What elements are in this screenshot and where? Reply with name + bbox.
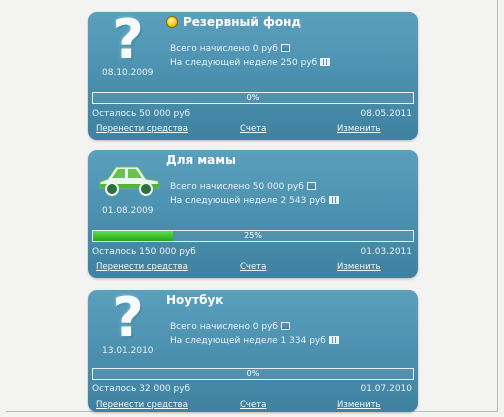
goal-title-text: Ноутбук xyxy=(166,293,224,307)
card-links: Перенести средства Счета Изменить xyxy=(92,124,412,136)
details-toggle-icon[interactable] xyxy=(306,182,316,190)
next-week-text: На следующей неделе 2 543 руб xyxy=(170,196,339,206)
edit-link[interactable]: Изменить xyxy=(337,124,381,134)
car-icon xyxy=(99,166,160,196)
remaining-amount: Осталось 50 000 руб xyxy=(92,109,191,119)
remaining-amount: Осталось 32 000 руб xyxy=(92,384,191,394)
end-date: 01.07.2010 xyxy=(360,384,412,394)
question-icon: ? xyxy=(112,290,144,349)
start-date: 13.01.2010 xyxy=(102,346,154,356)
accrued-text: Всего начислено 0 руб xyxy=(170,322,290,332)
goal-card-laptop: ? 13.01.2010 Ноутбук Всего начислено 0 р… xyxy=(88,290,418,412)
calendar-icon[interactable] xyxy=(320,58,331,66)
transfer-funds-link[interactable]: Перенести средства xyxy=(96,400,188,410)
progress-percent: 0% xyxy=(246,369,260,378)
transfer-funds-link[interactable]: Перенести средства xyxy=(96,262,188,272)
start-date: 01.08.2009 xyxy=(102,206,154,216)
next-week-text: На следующей неделе 250 руб xyxy=(170,58,331,68)
question-icon: ? xyxy=(112,12,144,71)
goal-title: Резервный фонд xyxy=(166,15,301,29)
progress-percent: 0% xyxy=(246,93,260,102)
goal-card-for-mom: 01.08.2009 Для мамы Всего начислено 50 0… xyxy=(88,150,418,278)
progress-bar: 0% xyxy=(92,368,414,380)
progress-bar: 25% xyxy=(92,230,414,242)
goal-title: Ноутбук xyxy=(166,293,223,307)
edit-link[interactable]: Изменить xyxy=(337,262,381,272)
progress-percent: 25% xyxy=(244,231,262,240)
details-toggle-icon[interactable] xyxy=(281,44,290,52)
accrued-text: Всего начислено 50 000 руб xyxy=(170,182,316,192)
edit-link[interactable]: Изменить xyxy=(337,400,381,410)
goal-card-reserve-fund: ? 08.10.2009 Резервный фонд Всего начисл… xyxy=(88,12,418,140)
progress-bar: 0% xyxy=(92,92,414,104)
accrued-text: Всего начислено 0 руб xyxy=(170,44,290,54)
accounts-link[interactable]: Счета xyxy=(240,124,266,134)
start-date: 08.10.2009 xyxy=(102,68,154,78)
goal-title: Для мамы xyxy=(166,153,236,167)
end-date: 01.03.2011 xyxy=(360,247,412,257)
card-links: Перенести средства Счета Изменить xyxy=(92,262,412,274)
transfer-funds-link[interactable]: Перенести средства xyxy=(96,124,188,134)
coin-icon xyxy=(166,16,178,28)
next-week-text: На следующей неделе 1 334 руб xyxy=(170,336,339,346)
goal-title-text: Для мамы xyxy=(166,153,236,167)
calendar-icon[interactable] xyxy=(328,336,339,344)
end-date: 08.05.2011 xyxy=(360,109,412,119)
card-links: Перенести средства Счета Изменить xyxy=(92,400,412,412)
accounts-link[interactable]: Счета xyxy=(240,262,266,272)
calendar-icon[interactable] xyxy=(328,196,339,204)
goal-title-text: Резервный фонд xyxy=(183,15,302,29)
remaining-amount: Осталось 150 000 руб xyxy=(92,247,196,257)
accounts-link[interactable]: Счета xyxy=(240,400,266,410)
details-toggle-icon[interactable] xyxy=(281,322,290,330)
